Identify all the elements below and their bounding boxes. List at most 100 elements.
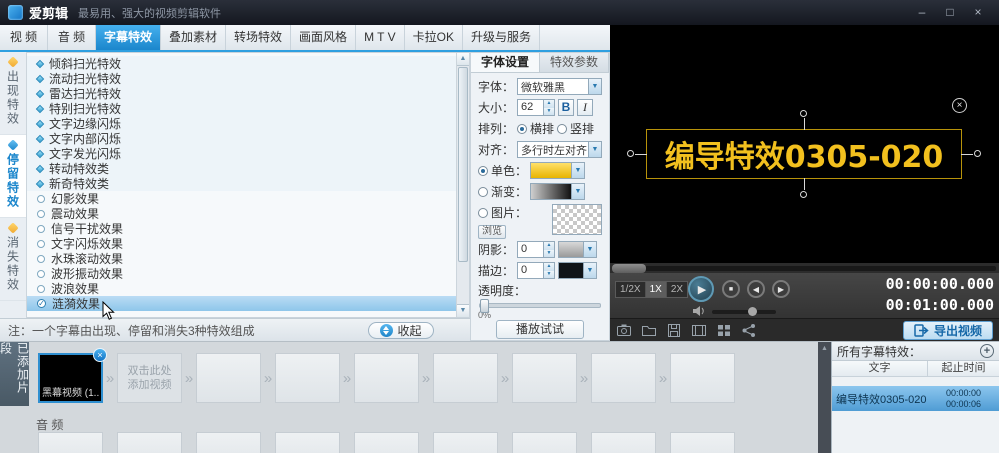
empty-audio-slot[interactable]: [354, 432, 419, 453]
tab-transitions[interactable]: 转场特效: [226, 25, 291, 50]
volume-thumb[interactable]: [748, 307, 757, 316]
scroll-up-icon[interactable]: ▲: [457, 53, 469, 66]
empty-video-slot[interactable]: [512, 353, 577, 403]
effect-list-item[interactable]: 特别扫光特效: [27, 101, 456, 116]
gradient-picker[interactable]: ▼: [530, 183, 585, 200]
effect-list-item[interactable]: 流动扫光特效: [27, 71, 456, 86]
resize-handle-bottom[interactable]: [800, 191, 807, 198]
rail-appear-effects[interactable]: 出现特效: [0, 52, 26, 135]
browse-button[interactable]: 浏览: [478, 225, 506, 239]
dropdown-arrow-icon[interactable]: ▼: [583, 263, 596, 278]
empty-audio-slot[interactable]: [512, 432, 577, 453]
previous-frame-button[interactable]: ◀: [747, 280, 765, 298]
scroll-down-icon[interactable]: ▼: [457, 304, 469, 317]
spin-down-icon[interactable]: ▼: [544, 108, 554, 116]
opacity-slider[interactable]: [479, 303, 601, 308]
empty-audio-slot[interactable]: [117, 432, 182, 453]
film-icon[interactable]: [691, 323, 707, 338]
speed-half-button[interactable]: 1/2X: [616, 282, 646, 297]
spin-up-icon[interactable]: ▲: [544, 100, 554, 108]
scroll-up-icon[interactable]: ▲: [821, 345, 828, 352]
effect-list-item[interactable]: 水珠滚动效果: [27, 251, 456, 266]
align-select[interactable]: 多行时左对齐 ▼: [517, 141, 602, 158]
image-texture-swatch[interactable]: [552, 204, 602, 235]
solid-color-radio[interactable]: [478, 166, 488, 176]
effect-list-item[interactable]: 幻影效果: [27, 191, 456, 206]
tab-upgrade-service[interactable]: 升级与服务: [463, 25, 540, 50]
empty-video-slot[interactable]: [670, 353, 735, 403]
subtitle-row-selected[interactable]: 编导特效0305-020 00:00:00 00:00:06: [832, 386, 999, 411]
effect-list-item[interactable]: 信号干扰效果: [27, 221, 456, 236]
timeline-panel-scrollbar[interactable]: ▲: [818, 342, 831, 453]
resize-handle-right[interactable]: [974, 150, 981, 157]
snapshot-icon[interactable]: [616, 323, 632, 338]
effect-list-item[interactable]: 转动特效类: [27, 161, 456, 176]
tab-picture-style[interactable]: 画面风格: [291, 25, 356, 50]
seek-thumb[interactable]: [612, 264, 646, 273]
tab-audio[interactable]: 音 频: [48, 25, 96, 50]
effect-list-item[interactable]: 文字边缘闪烁: [27, 116, 456, 131]
play-test-button[interactable]: 播放试试: [496, 320, 584, 339]
empty-audio-slot[interactable]: [433, 432, 498, 453]
italic-button[interactable]: I: [577, 99, 593, 116]
solid-color-picker[interactable]: ▼: [530, 162, 585, 179]
effect-list-item[interactable]: 波形振动效果: [27, 266, 456, 281]
empty-video-slot[interactable]: [275, 353, 340, 403]
speed-double-button[interactable]: 2X: [667, 282, 687, 297]
horizontal-radio[interactable]: [517, 124, 527, 134]
effect-list-item[interactable]: 文字内部闪烁: [27, 131, 456, 146]
rotate-handle-top[interactable]: [800, 110, 807, 117]
close-button[interactable]: ×: [965, 3, 991, 22]
empty-audio-slot[interactable]: [591, 432, 656, 453]
collapse-button[interactable]: 收起: [368, 322, 434, 339]
effect-list-item-selected[interactable]: ✓涟漪效果: [27, 296, 456, 311]
stroke-stepper[interactable]: 0 ▲▼: [517, 262, 555, 279]
empty-audio-slot[interactable]: [38, 432, 103, 453]
effect-list-item[interactable]: 倾斜扫光特效: [27, 56, 456, 71]
add-subtitle-button[interactable]: +: [980, 344, 994, 358]
spin-down-icon[interactable]: ▼: [544, 271, 554, 279]
play-button[interactable]: ▶: [688, 276, 714, 302]
effect-list-item[interactable]: 震动效果: [27, 206, 456, 221]
spin-down-icon[interactable]: ▼: [544, 250, 554, 258]
empty-audio-slot[interactable]: [670, 432, 735, 453]
image-radio[interactable]: [478, 208, 488, 218]
speed-normal-button[interactable]: 1X: [646, 282, 667, 297]
tab-video[interactable]: 视 频: [0, 25, 48, 50]
dropdown-arrow-icon[interactable]: ▼: [588, 79, 601, 94]
save-icon[interactable]: [666, 323, 682, 338]
empty-video-slot[interactable]: [433, 353, 498, 403]
subtitle-selection-box[interactable]: 编导特效0305-020 ×: [646, 129, 962, 179]
empty-video-slot[interactable]: [196, 353, 261, 403]
dropdown-arrow-icon[interactable]: ▼: [571, 163, 584, 178]
share-icon[interactable]: [741, 323, 757, 338]
dropdown-arrow-icon[interactable]: ▼: [588, 142, 601, 157]
effect-list-item[interactable]: 雷达扫光特效: [27, 86, 456, 101]
volume-slider[interactable]: [712, 310, 776, 314]
export-video-button[interactable]: 导出视频: [903, 321, 993, 340]
effect-list-item[interactable]: 波浪效果: [27, 281, 456, 296]
rail-stay-effects[interactable]: 停留特效: [0, 135, 26, 218]
maximize-button[interactable]: □: [937, 3, 963, 22]
bold-button[interactable]: B: [558, 99, 574, 116]
tab-subtitle-effects[interactable]: 字幕特效: [96, 25, 161, 50]
stop-button[interactable]: ■: [722, 280, 740, 298]
delete-subtitle-button[interactable]: ×: [952, 98, 967, 113]
added-clips-tab[interactable]: 已添加片段: [0, 342, 29, 406]
empty-video-slot[interactable]: [354, 353, 419, 403]
font-family-select[interactable]: 微软雅黑 ▼: [517, 78, 602, 95]
dropdown-arrow-icon[interactable]: ▼: [571, 184, 584, 199]
gradient-radio[interactable]: [478, 187, 488, 197]
spin-up-icon[interactable]: ▲: [544, 263, 554, 271]
opacity-slider-thumb[interactable]: [480, 299, 489, 313]
folder-icon[interactable]: [641, 323, 657, 338]
empty-audio-slot[interactable]: [196, 432, 261, 453]
minimize-button[interactable]: –: [909, 3, 935, 22]
stroke-color-picker[interactable]: ▼: [558, 262, 597, 279]
tab-karaoke[interactable]: 卡拉OK: [405, 25, 463, 50]
effect-list-item[interactable]: 文字闪烁效果: [27, 236, 456, 251]
resize-handle-left[interactable]: [627, 150, 634, 157]
font-size-stepper[interactable]: 62 ▲▼: [517, 99, 555, 116]
remove-clip-button[interactable]: ×: [93, 348, 107, 362]
dropdown-arrow-icon[interactable]: ▼: [583, 242, 596, 257]
